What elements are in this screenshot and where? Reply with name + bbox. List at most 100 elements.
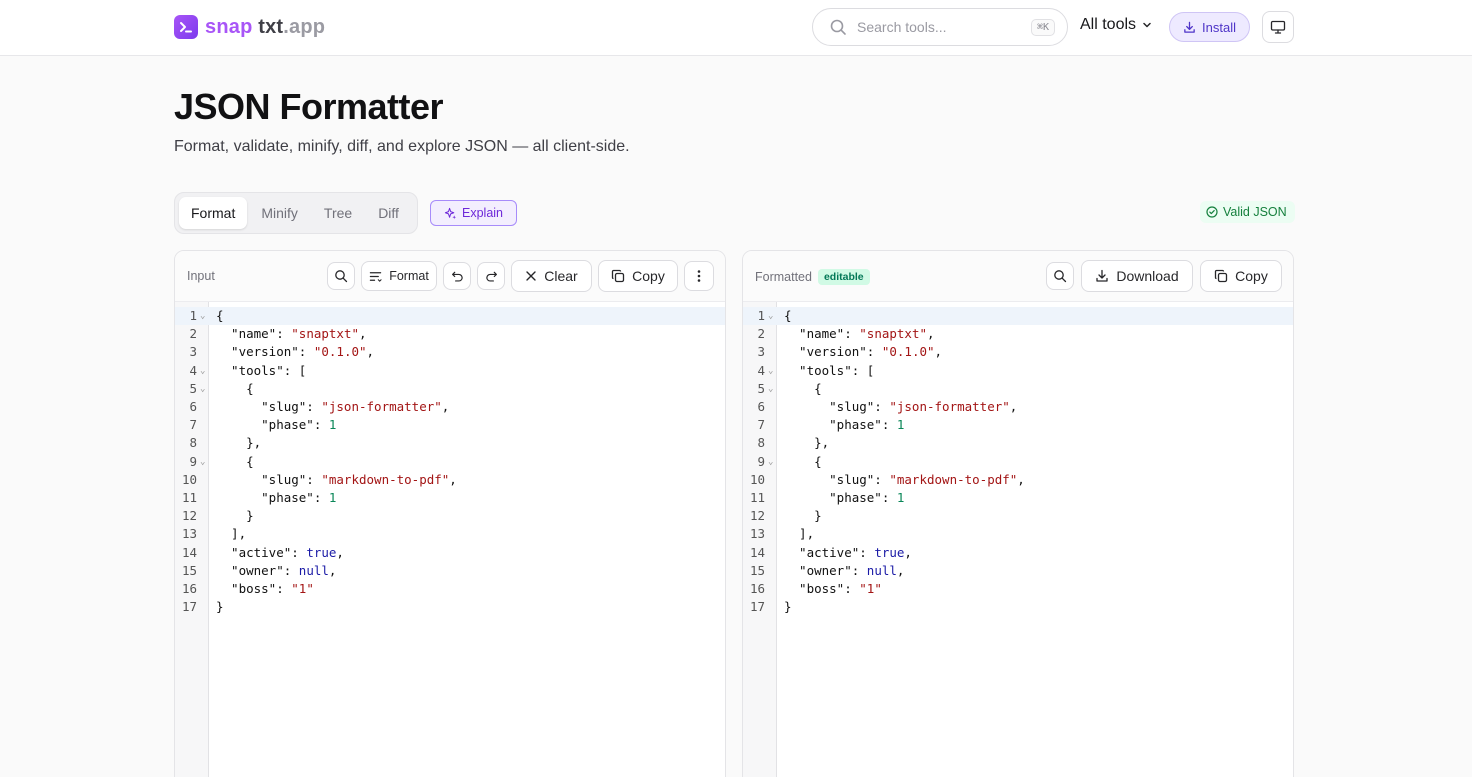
copy-icon — [612, 269, 625, 283]
code-text: "boss": "1" — [216, 581, 314, 596]
code-line[interactable]: 3 "version": "0.1.0", — [743, 343, 1293, 361]
redo-icon — [485, 271, 497, 282]
copy-output-button[interactable]: Copy — [1200, 260, 1282, 292]
code-line[interactable]: 7 "phase": 1 — [743, 416, 1293, 434]
code-text: "phase": 1 — [784, 417, 905, 433]
code-line[interactable]: 6 "slug": "json-formatter", — [743, 398, 1293, 416]
code-line[interactable]: 3 "version": "0.1.0", — [175, 343, 725, 361]
fold-chevron-icon[interactable]: ⌄ — [200, 453, 205, 471]
input-editor[interactable]: 1 ⌄{2 "name": "snaptxt", 3 "version": "0.1… — [175, 302, 725, 777]
code-line[interactable]: 1 ⌄ { — [175, 307, 725, 326]
format-lines-icon — [369, 271, 382, 282]
line-number: 14 — [749, 544, 765, 560]
code-text: { — [784, 453, 822, 469]
code-line[interactable]: 4 ⌄ "tools": [ — [743, 362, 1293, 380]
line-number: 2 — [757, 326, 765, 342]
code-line[interactable]: 10 "slug": "markdown-to-pdf", — [743, 471, 1293, 489]
find-output-button[interactable] — [1046, 262, 1074, 290]
code-line[interactable]: 15 "owner": null, — [175, 562, 725, 580]
code-line[interactable]: 12 } — [743, 507, 1293, 525]
code-text: "slug": "markdown-to-pdf", — [216, 471, 457, 487]
fold-chevron-icon[interactable]: ⌄ — [200, 362, 205, 380]
undo-button[interactable] — [443, 262, 471, 290]
theme-toggle-button[interactable] — [1262, 11, 1294, 43]
search-input[interactable]: Search tools... ⌘K — [812, 8, 1068, 46]
code-text: ], — [784, 526, 815, 542]
code-text: "active": true, — [784, 544, 912, 560]
sparkles-icon — [444, 207, 457, 219]
page-subtitle: Format, validate, minify, diff, and expl… — [174, 138, 630, 155]
output-editor[interactable]: 1 ⌄{2 "name": "snaptxt", 3 "version": "0.1… — [743, 302, 1293, 777]
download-button[interactable]: Download — [1081, 260, 1193, 292]
download-icon — [1184, 21, 1195, 33]
download-label: Download — [1116, 268, 1179, 284]
line-number: 7 — [757, 417, 765, 433]
redo-button[interactable] — [477, 262, 505, 290]
format-button[interactable]: Format — [361, 261, 437, 291]
code-line[interactable]: 12 } — [175, 507, 725, 525]
fold-chevron-icon[interactable]: ⌄ — [768, 380, 773, 398]
search-placeholder: Search tools... — [857, 19, 947, 35]
code-text: "phase": 1 — [216, 490, 337, 505]
code-line[interactable]: 10 "slug": "markdown-to-pdf", — [175, 471, 725, 489]
code-line[interactable]: 6 "slug": "json-formatter", — [175, 398, 725, 416]
fold-chevron-icon[interactable]: ⌄ — [768, 453, 773, 471]
code-line[interactable]: 9 ⌄ { — [175, 453, 725, 471]
code-line[interactable]: 9 ⌄ { — [743, 453, 1293, 471]
clear-button[interactable]: Clear — [511, 260, 592, 292]
code-line[interactable]: 2 "name": "snaptxt", — [175, 325, 725, 343]
tab-format[interactable]: Format — [179, 197, 248, 229]
fold-chevron-icon[interactable]: ⌄ — [200, 307, 205, 325]
code-line[interactable]: 14 "active": true, — [175, 544, 725, 562]
logo[interactable]: snap txt.app — [174, 15, 325, 39]
code-line[interactable]: 11 "phase": 1 — [743, 489, 1293, 507]
code-line[interactable]: 8 }, — [175, 434, 725, 452]
code-line[interactable]: 13 ], — [175, 525, 725, 543]
more-options-button[interactable] — [684, 261, 714, 291]
format-label: Format — [389, 269, 429, 283]
code-line[interactable]: 2 "name": "snaptxt", — [743, 325, 1293, 343]
line-number: 17 — [749, 599, 765, 615]
status-badge: Valid JSON — [1200, 201, 1295, 223]
find-button[interactable] — [327, 262, 355, 290]
code-line[interactable]: 8 }, — [743, 434, 1293, 452]
fold-chevron-icon[interactable]: ⌄ — [768, 362, 773, 380]
code-line[interactable]: 16 "boss": "1" — [743, 580, 1293, 598]
copy-input-button[interactable]: Copy — [598, 260, 678, 292]
tab-minify[interactable]: Minify — [249, 197, 310, 229]
input-panel: Input Format Clear Copy 1 ⌄{2 "name": "sn… — [174, 250, 726, 777]
code-line[interactable]: 13 ], — [743, 525, 1293, 543]
code-text: }, — [216, 435, 262, 451]
logo-text: snap txt.app — [205, 16, 325, 39]
code-line[interactable]: 17} — [743, 598, 1293, 616]
code-line[interactable]: 5 ⌄ { — [743, 380, 1293, 398]
code-text: "owner": null, — [784, 562, 905, 578]
code-line[interactable]: 11 "phase": 1 — [175, 489, 725, 507]
all-tools-menu[interactable]: All tools — [1080, 16, 1153, 34]
page-title: JSON Formatter — [174, 86, 444, 127]
code-line[interactable]: 15 "owner": null, — [743, 562, 1293, 580]
line-number: 6 — [189, 399, 197, 414]
code-line[interactable]: 17} — [175, 598, 725, 616]
undo-icon — [451, 271, 463, 282]
line-number: 16 — [181, 581, 197, 596]
code-line[interactable]: 1 ⌄ { — [743, 307, 1293, 326]
fold-chevron-icon[interactable]: ⌄ — [768, 307, 773, 325]
explain-button[interactable]: Explain — [430, 200, 517, 226]
code-text: ], — [216, 526, 247, 542]
code-line[interactable]: 14 "active": true, — [743, 544, 1293, 562]
monitor-icon — [1270, 20, 1286, 34]
code-text: "boss": "1" — [784, 581, 882, 596]
code-line[interactable]: 7 "phase": 1 — [175, 416, 725, 434]
top-bar: snap txt.app Search tools... ⌘K All tool… — [0, 0, 1472, 56]
code-line[interactable]: 5 ⌄ { — [175, 380, 725, 398]
tab-diff[interactable]: Diff — [366, 197, 411, 229]
code-line[interactable]: 4 ⌄ "tools": [ — [175, 362, 725, 380]
code-text: "version": "0.1.0", — [216, 344, 375, 360]
fold-chevron-icon[interactable]: ⌄ — [200, 380, 205, 398]
install-button[interactable]: Install — [1169, 12, 1250, 42]
tab-tree[interactable]: Tree — [312, 197, 364, 229]
code-text: "owner": null, — [216, 562, 337, 578]
code-line[interactable]: 16 "boss": "1" — [175, 580, 725, 598]
search-icon — [1054, 270, 1067, 283]
